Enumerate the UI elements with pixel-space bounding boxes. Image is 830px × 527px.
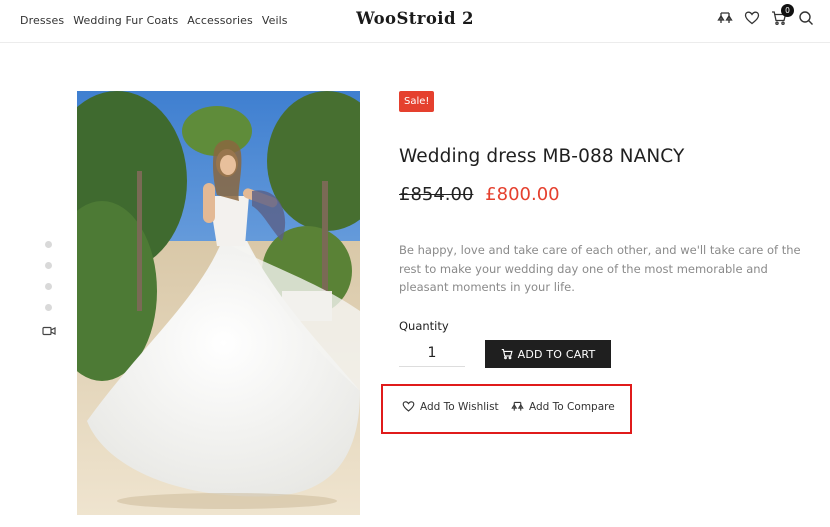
site-header: Dresses Wedding Fur Coats Accessories Ve…	[0, 0, 830, 43]
quantity-label: Quantity	[399, 319, 449, 333]
cart-count-badge: 0	[781, 4, 794, 17]
header-icons: 0	[717, 4, 814, 26]
product-description: Be happy, love and take care of each oth…	[399, 243, 801, 294]
gallery-thumbnails	[42, 241, 56, 337]
heart-icon[interactable]	[744, 10, 760, 26]
gallery-dot[interactable]	[45, 304, 52, 311]
gallery-dot[interactable]	[45, 283, 52, 290]
site-logo[interactable]: WooStroid 2	[0, 9, 830, 28]
compare-icon[interactable]	[717, 10, 733, 26]
add-to-cart-label: ADD TO CART	[517, 347, 596, 361]
add-to-cart-button[interactable]: ADD TO CART	[485, 340, 611, 368]
add-to-wishlist-button[interactable]: Add To Wishlist	[402, 400, 499, 413]
gallery-dot[interactable]	[45, 262, 52, 269]
old-price: £854.00	[399, 184, 474, 205]
sale-badge: Sale!	[399, 91, 435, 112]
product-title: Wedding dress MB-088 NANCY	[399, 146, 685, 167]
cart-icon	[501, 348, 513, 360]
add-to-compare-button[interactable]: Add To Compare	[511, 400, 615, 413]
compare-icon	[511, 401, 524, 411]
compare-label: Add To Compare	[529, 400, 615, 413]
search-icon[interactable]	[798, 10, 814, 26]
gallery-dot[interactable]	[45, 241, 52, 248]
video-icon[interactable]	[42, 325, 56, 337]
cart-icon[interactable]: 0	[771, 4, 794, 26]
sale-price: £800.00	[485, 184, 560, 205]
product-price: £854.00 £800.00	[399, 184, 560, 205]
quantity-input[interactable]	[399, 340, 465, 367]
wishlist-label: Add To Wishlist	[420, 400, 499, 413]
product-image[interactable]	[77, 91, 360, 515]
heart-icon	[402, 401, 415, 412]
